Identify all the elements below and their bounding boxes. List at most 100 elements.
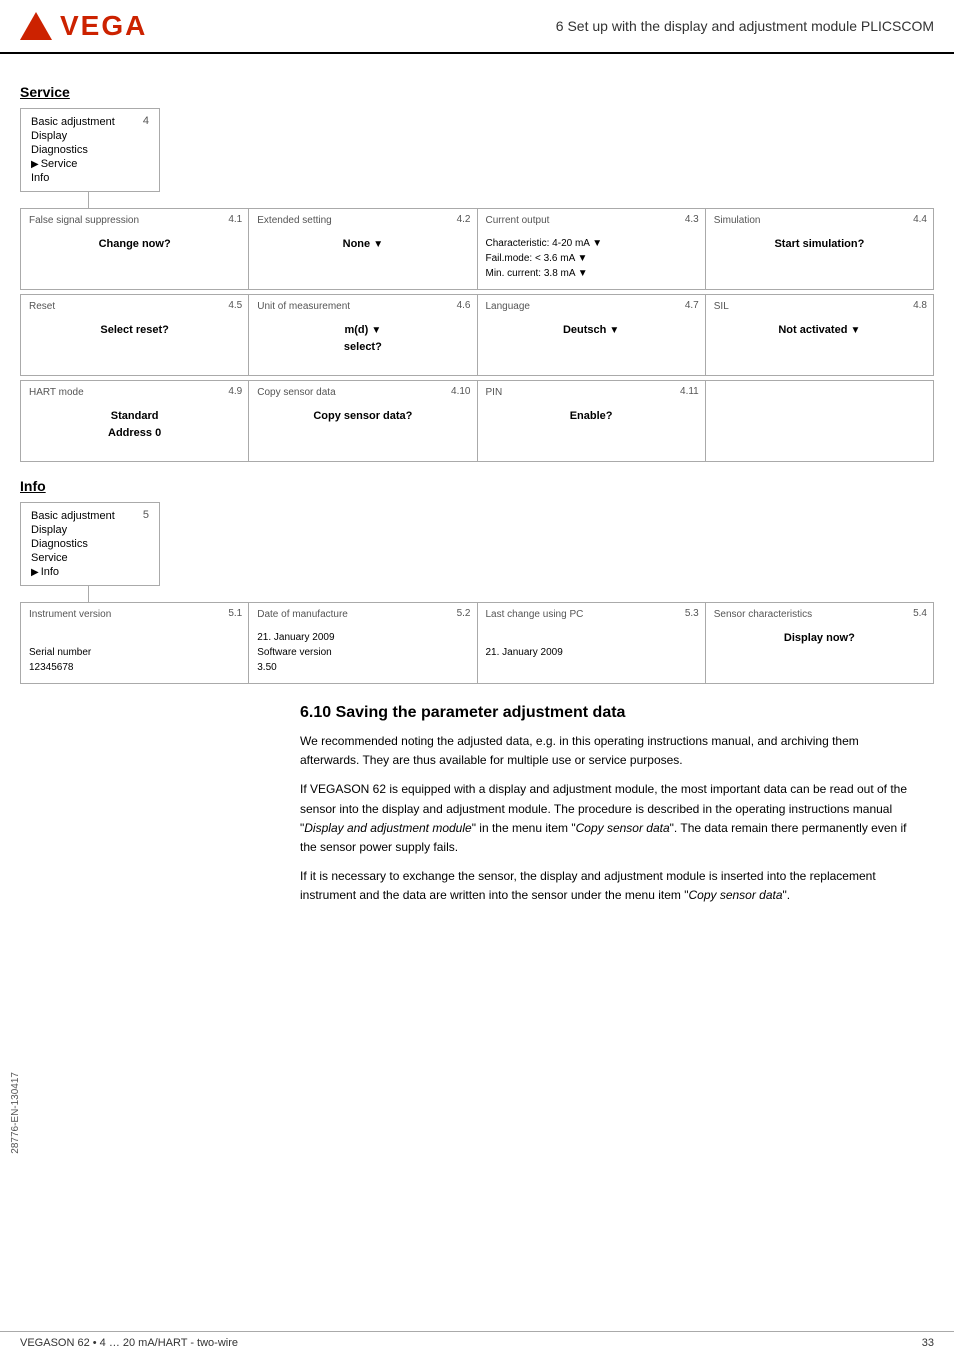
service-row1-inner: 4.1 False signal suppression Change now?…	[21, 209, 933, 289]
page-footer: VEGASON 62 • 4 … 20 mA/HART - two-wire 3…	[0, 1331, 954, 1354]
service-row2-inner: 4.5 Reset Select reset? 4.6 Unit of meas…	[21, 295, 933, 375]
logo-text: VEGA	[60, 10, 147, 42]
card-5-4-content: Display now?	[714, 630, 925, 647]
page-header: VEGA 6 Set up with the display and adjus…	[0, 0, 954, 54]
card-4-6-content: m(d) ▼select?	[257, 322, 468, 355]
service-row3-inner: 4.9 HART mode StandardAddress 0 4.10 Cop…	[21, 381, 933, 461]
card-5-1-serial-label: Serial number	[29, 645, 240, 660]
saving-para-2: If VEGASON 62 is equipped with a display…	[300, 780, 914, 857]
card-5-1-content: Serial number 12345678	[29, 630, 240, 675]
menu-service-active[interactable]: ▶ Service	[31, 157, 149, 171]
service-vline	[88, 192, 89, 208]
card-4-2-content: None ▼	[257, 236, 468, 253]
card-4-3-content: Characteristic: 4-20 mA ▼ Fail.mode: < 3…	[486, 236, 697, 281]
info-menu-diagnostics[interactable]: Diagnostics	[31, 537, 149, 551]
header-title: 6 Set up with the display and adjustment…	[556, 18, 934, 34]
main-content: Service Basic adjustment 4 Display Diagn…	[0, 64, 954, 936]
card-5-2: 5.2 Date of manufacture 21. January 2009…	[249, 603, 477, 683]
info-vline	[88, 586, 89, 602]
card-5-4: 5.4 Sensor characteristics Display now?	[706, 603, 933, 683]
card-4-3-title: Current output	[486, 215, 697, 226]
card-4-4-title: Simulation	[714, 215, 925, 226]
italic-copy-sensor-2: Copy sensor data	[688, 888, 782, 902]
logo-container: VEGA	[20, 10, 147, 42]
info-menu-connector: Basic adjustment 5 Display Diagnostics S…	[20, 502, 934, 602]
card-5-2-content: 21. January 2009 Software version 3.50	[257, 630, 468, 675]
text-section: 6.10 Saving the parameter adjustment dat…	[300, 704, 934, 906]
card-4-3: 4.3 Current output Characteristic: 4-20 …	[478, 209, 706, 289]
info-menu-basic[interactable]: Basic adjustment	[31, 509, 115, 523]
menu-number: 4	[143, 115, 149, 129]
menu-display[interactable]: Display	[31, 129, 149, 143]
footer-right: 33	[922, 1337, 934, 1349]
card-5-2-sw-label: Software version	[257, 645, 468, 660]
card-4-6-number: 4.6	[457, 300, 471, 311]
card-4-9-number: 4.9	[228, 386, 242, 397]
saving-para-3: If it is necessary to exchange the senso…	[300, 867, 914, 905]
card-4-4-content: Start simulation?	[714, 236, 925, 253]
card-5-3: 5.3 Last change using PC 21. January 200…	[478, 603, 706, 683]
card-4-8-content: Not activated ▼	[714, 322, 925, 339]
card-4-11-title: PIN	[486, 387, 697, 398]
info-row1-inner: 5.1 Instrument version Serial number 123…	[21, 603, 933, 683]
info-active-arrow: ▶	[31, 567, 39, 578]
menu-info[interactable]: Info	[31, 171, 149, 185]
card-4-4: 4.4 Simulation Start simulation?	[706, 209, 933, 289]
card-5-4-title: Sensor characteristics	[714, 609, 925, 620]
info-menu-display[interactable]: Display	[31, 523, 149, 537]
card-4-11: 4.11 PIN Enable?	[478, 381, 706, 461]
service-row3: 4.9 HART mode StandardAddress 0 4.10 Cop…	[20, 380, 934, 462]
card-4-5-number: 4.5	[228, 300, 242, 311]
card-4-8-number: 4.8	[913, 300, 927, 311]
card-5-2-date: 21. January 2009	[257, 630, 468, 645]
service-heading: Service	[20, 84, 934, 100]
card-4-3-number: 4.3	[685, 214, 699, 225]
card-4-2-title: Extended setting	[257, 215, 468, 226]
card-4-1: 4.1 False signal suppression Change now?	[21, 209, 249, 289]
service-row2: 4.5 Reset Select reset? 4.6 Unit of meas…	[20, 294, 934, 376]
service-section: Service Basic adjustment 4 Display Diagn…	[20, 84, 934, 462]
info-menu-info-active[interactable]: ▶ Info	[31, 565, 149, 579]
card-5-3-number: 5.3	[685, 608, 699, 619]
card-5-1-title: Instrument version	[29, 609, 240, 620]
card-4-5: 4.5 Reset Select reset?	[21, 295, 249, 375]
card-5-3-date: 21. January 2009	[486, 645, 697, 660]
card-4-5-title: Reset	[29, 301, 240, 312]
card-4-8: 4.8 SIL Not activated ▼	[706, 295, 933, 375]
card-4-5-content: Select reset?	[29, 322, 240, 339]
card-5-3-content: 21. January 2009	[486, 630, 697, 660]
service-row1: 4.1 False signal suppression Change now?…	[20, 208, 934, 290]
card-4-9-title: HART mode	[29, 387, 240, 398]
card-4-2-number: 4.2	[457, 214, 471, 225]
service-menu-connector: Basic adjustment 4 Display Diagnostics ▶…	[20, 108, 934, 208]
card-4-3-line1: Characteristic: 4-20 mA ▼	[486, 236, 697, 251]
card-4-9: 4.9 HART mode StandardAddress 0	[21, 381, 249, 461]
service-menu-box: Basic adjustment 4 Display Diagnostics ▶…	[20, 108, 160, 192]
side-label: 28776-EN-130417	[10, 1072, 21, 1154]
card-4-8-title: SIL	[714, 301, 925, 312]
italic-copy-sensor-1: Copy sensor data	[576, 821, 670, 835]
active-arrow: ▶	[31, 159, 39, 170]
card-4-10: 4.10 Copy sensor data Copy sensor data?	[249, 381, 477, 461]
info-menu-number: 5	[143, 509, 149, 523]
card-4-11-content: Enable?	[486, 408, 697, 425]
card-4-10-number: 4.10	[451, 386, 470, 397]
info-section: Info Basic adjustment 5 Display Diagnost…	[20, 478, 934, 684]
menu-basic[interactable]: Basic adjustment	[31, 115, 115, 129]
menu-diagnostics[interactable]: Diagnostics	[31, 143, 149, 157]
logo-triangle	[20, 12, 52, 40]
card-4-3-line3: Min. current: 3.8 mA ▼	[486, 266, 697, 281]
italic-display-module: Display and adjustment module	[304, 821, 471, 835]
saving-heading: 6.10 Saving the parameter adjustment dat…	[300, 704, 914, 722]
footer-left: VEGASON 62 • 4 … 20 mA/HART - two-wire	[20, 1337, 238, 1349]
card-4-1-number: 4.1	[228, 214, 242, 225]
card-5-2-sw-value: 3.50	[257, 660, 468, 675]
card-4-6-title: Unit of measurement	[257, 301, 468, 312]
info-menu-service[interactable]: Service	[31, 551, 149, 565]
card-4-10-content: Copy sensor data?	[257, 408, 468, 425]
card-empty-row3	[706, 381, 933, 461]
card-4-7-title: Language	[486, 301, 697, 312]
card-5-4-number: 5.4	[913, 608, 927, 619]
info-heading: Info	[20, 478, 934, 494]
card-5-1-number: 5.1	[228, 608, 242, 619]
